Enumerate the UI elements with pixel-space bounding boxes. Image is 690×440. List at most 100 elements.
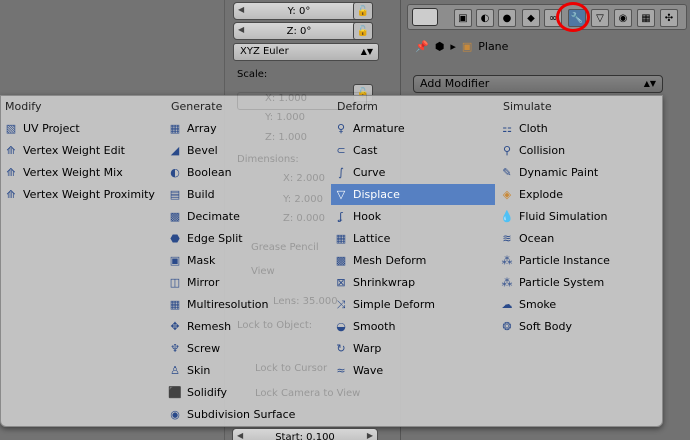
updown-arrows-icon: ▲▼: [643, 79, 656, 88]
menu-item-simple-deform[interactable]: ⤨ Simple Deform: [331, 294, 495, 315]
menu-item-dynamic-paint[interactable]: ✎ Dynamic Paint: [497, 162, 661, 183]
menu-item-lattice[interactable]: ▦ Lattice: [331, 228, 495, 249]
editor-type-button[interactable]: [412, 8, 438, 26]
menu-item-particle-instance[interactable]: ⁂ Particle Instance: [497, 250, 661, 271]
boolean-icon: ◐: [170, 166, 180, 179]
mirror-icon: ◫: [169, 276, 181, 289]
vertex-weight-icon: ⟰: [6, 144, 16, 157]
menu-item-explode[interactable]: ◈ Explode: [497, 184, 661, 205]
menu-item-bevel[interactable]: ◢ Bevel: [165, 140, 329, 161]
solidify-icon: ⬛: [168, 386, 182, 399]
soft-body-icon: ❂: [502, 320, 512, 333]
menu-item-cast[interactable]: ⊂ Cast: [331, 140, 495, 161]
render-tab-icon[interactable]: ▣: [454, 9, 472, 27]
menu-item-subdivision-surface[interactable]: ◉ Subdivision Surface: [165, 404, 329, 425]
menu-item-mirror[interactable]: ◫ Mirror: [165, 272, 329, 293]
menu-item-shrinkwrap[interactable]: ⊠ Shrinkwrap: [331, 272, 495, 293]
rotation-z-value: Z: 0°: [286, 25, 312, 37]
dynamic-paint-icon: ✎: [502, 166, 512, 179]
array-icon: ▦: [169, 122, 181, 135]
menu-item-vertex-weight-proximity[interactable]: ⟰ Vertex Weight Proximity: [1, 184, 163, 205]
menu-item-vertex-weight-mix[interactable]: ⟰ Vertex Weight Mix: [1, 162, 163, 183]
menu-item-decimate[interactable]: ▩ Decimate: [165, 206, 329, 227]
skin-icon: ♙: [170, 364, 180, 377]
particles-tab-icon[interactable]: ✣: [660, 9, 678, 27]
updown-arrows-icon: ▲▼: [360, 47, 373, 56]
smooth-icon: ◒: [336, 320, 346, 333]
subdivision-surface-icon: ◉: [170, 408, 180, 421]
armature-icon: ♀: [336, 122, 346, 135]
menu-item-fluid-simulation[interactable]: 💧 Fluid Simulation: [497, 206, 661, 227]
menu-item-smooth[interactable]: ◒ Smooth: [331, 316, 495, 337]
rotation-y-value: Y: 0°: [287, 5, 311, 17]
menu-item-boolean[interactable]: ◐ Boolean: [165, 162, 329, 183]
simulate-heading: Simulate: [503, 100, 552, 113]
menu-item-armature[interactable]: ♀ Armature: [331, 118, 495, 139]
menu-item-screw[interactable]: ♆ Screw: [165, 338, 329, 359]
breadcrumb-arrow-icon: ▸: [450, 40, 456, 53]
menu-item-displace[interactable]: ▽ Displace: [331, 184, 495, 205]
menu-item-vertex-weight-edit[interactable]: ⟰ Vertex Weight Edit: [1, 140, 163, 161]
warp-icon: ↻: [336, 342, 346, 355]
menu-item-mask[interactable]: ▣ Mask: [165, 250, 329, 271]
cloth-icon: ⚏: [502, 122, 512, 135]
mask-icon: ▣: [169, 254, 181, 267]
wave-icon: ≈: [336, 364, 346, 377]
breadcrumb: 📌 ⬢ ▸ ▣ Plane: [415, 40, 508, 53]
add-modifier-label: Add Modifier: [420, 77, 490, 90]
hook-icon: ʆ: [339, 210, 343, 223]
shrinkwrap-icon: ⊠: [336, 276, 346, 289]
lattice-icon: ▦: [335, 232, 347, 245]
menu-item-skin[interactable]: ♙ Skin: [165, 360, 329, 381]
simple-deform-icon: ⤨: [336, 297, 346, 311]
rotation-z-field[interactable]: ◀Z: 0°▶: [233, 22, 365, 40]
clip-start-field[interactable]: ◀ Start: 0.100 ▶: [232, 428, 378, 440]
menu-item-collision[interactable]: ⚲ Collision: [497, 140, 661, 161]
cast-icon: ⊂: [336, 144, 346, 157]
screw-icon: ♆: [170, 342, 180, 355]
lock-rotation-z-icon[interactable]: 🔓: [353, 22, 373, 40]
menu-item-array[interactable]: ▦ Array: [165, 118, 329, 139]
displace-icon: ▽: [336, 188, 346, 201]
lock-rotation-y-icon[interactable]: 🔓: [353, 2, 373, 20]
menu-item-edge-split[interactable]: ⬣ Edge Split: [165, 228, 329, 249]
object-tab-icon[interactable]: ◆: [522, 9, 540, 27]
build-icon: ▤: [169, 188, 181, 201]
curve-icon: ∫: [338, 166, 344, 179]
annotation-circle: [556, 2, 590, 32]
menu-item-hook[interactable]: ʆ Hook: [331, 206, 495, 227]
menu-item-solidify[interactable]: ⬛ Solidify: [165, 382, 329, 403]
material-tab-icon[interactable]: ◉: [614, 9, 632, 27]
menu-item-wave[interactable]: ≈ Wave: [331, 360, 495, 381]
vertex-weight-icon: ⟰: [6, 166, 16, 179]
add-modifier-menu: X: 1.000 Y: 1.000 Z: 1.000 Dimensions: X…: [0, 92, 663, 427]
menu-item-multiresolution[interactable]: ▦ Multiresolution: [165, 294, 329, 315]
menu-item-warp[interactable]: ↻ Warp: [331, 338, 495, 359]
menu-item-mesh-deform[interactable]: ▩ Mesh Deform: [331, 250, 495, 271]
menu-item-build[interactable]: ▤ Build: [165, 184, 329, 205]
bevel-icon: ◢: [170, 144, 180, 157]
data-tab-icon[interactable]: ▽: [591, 9, 609, 27]
menu-item-remesh[interactable]: ✥ Remesh: [165, 316, 329, 337]
menu-item-smoke[interactable]: ☁ Smoke: [497, 294, 661, 315]
menu-item-ocean[interactable]: ≋ Ocean: [497, 228, 661, 249]
collision-icon: ⚲: [502, 144, 512, 157]
edge-split-icon: ⬣: [170, 232, 180, 245]
decimate-icon: ▩: [169, 210, 181, 223]
scene-tab-icon[interactable]: ◐: [476, 9, 494, 27]
menu-item-particle-system[interactable]: ⁂ Particle System: [497, 272, 661, 293]
scale-x-value: X: 1.000: [265, 93, 308, 104]
add-modifier-dropdown[interactable]: Add Modifier ▲▼: [413, 75, 663, 93]
menu-item-uv-project[interactable]: ▧ UV Project: [1, 118, 163, 139]
rotation-mode-value: XYZ Euler: [240, 46, 289, 57]
world-tab-icon[interactable]: ●: [498, 9, 516, 27]
ocean-icon: ≋: [502, 232, 512, 245]
vertex-weight-icon: ⟰: [6, 188, 16, 201]
rotation-y-field[interactable]: ◀Y: 0°▶: [233, 2, 365, 20]
menu-item-soft-body[interactable]: ❂ Soft Body: [497, 316, 661, 337]
menu-item-curve[interactable]: ∫ Curve: [331, 162, 495, 183]
rotation-mode-select[interactable]: XYZ Euler ▲▼: [233, 43, 379, 61]
texture-tab-icon[interactable]: ▦: [637, 9, 655, 27]
menu-item-cloth[interactable]: ⚏ Cloth: [497, 118, 661, 139]
pin-icon[interactable]: 📌: [415, 40, 429, 53]
